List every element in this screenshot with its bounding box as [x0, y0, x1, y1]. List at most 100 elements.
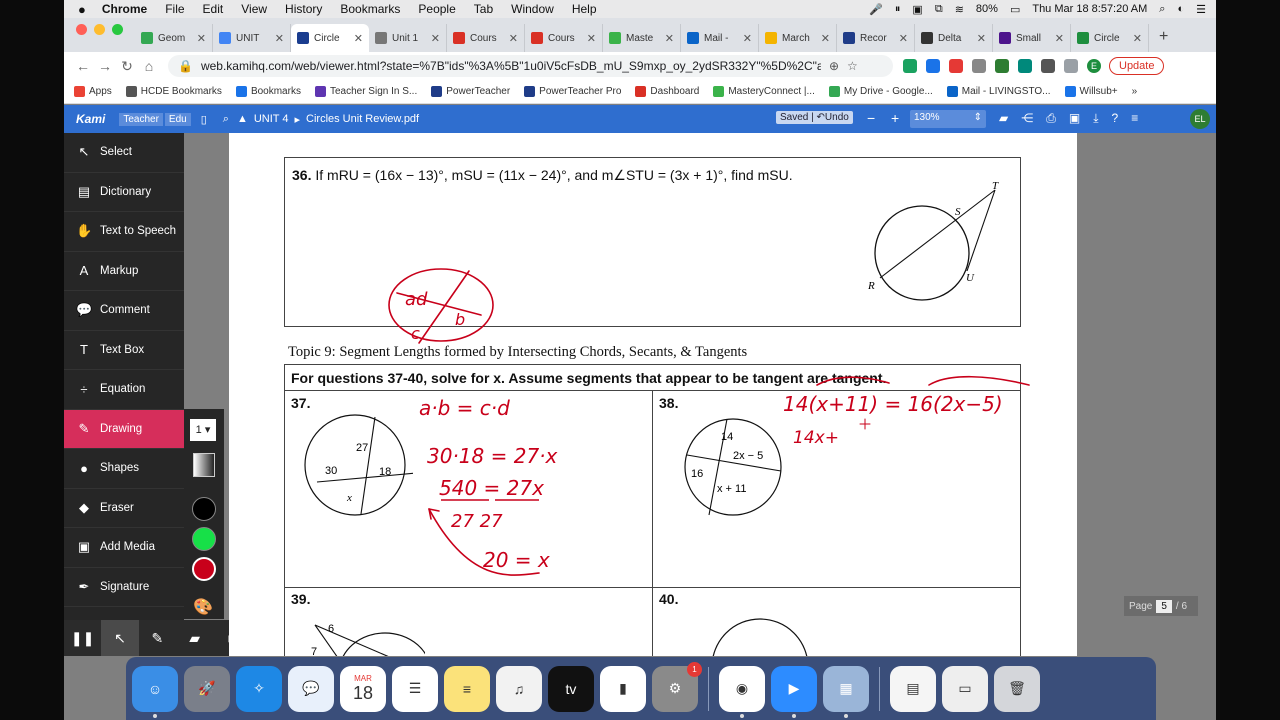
- zoom-window-button[interactable]: [112, 23, 123, 35]
- dock-numbers-icon[interactable]: ▮: [600, 665, 646, 712]
- dock-trash-icon[interactable]: 🗑: [994, 665, 1040, 712]
- bookmark-item[interactable]: Apps: [74, 86, 112, 97]
- bookmark-item[interactable]: Mail - LIVINGSTO...: [946, 86, 1051, 97]
- sidebar-item-select[interactable]: ↖ Select: [64, 133, 184, 173]
- tab-close-icon[interactable]: ✕: [1055, 32, 1064, 45]
- sidebar-item-add-media[interactable]: ▣ Add Media: [64, 528, 184, 568]
- sidebar-item-dictionary[interactable]: ▤ Dictionary: [64, 173, 184, 212]
- dock-music-icon[interactable]: ♫: [496, 665, 542, 712]
- dock-screenshot-icon[interactable]: ▭: [942, 665, 988, 712]
- tab-10[interactable]: Delta ✕: [915, 24, 993, 52]
- dock-finder-icon[interactable]: ☺: [132, 665, 178, 718]
- dock-tv-icon[interactable]: tv: [548, 665, 594, 712]
- menu-bookmarks[interactable]: Bookmarks: [340, 2, 400, 16]
- sidebar-toggle-icon[interactable]: ▯: [201, 113, 207, 126]
- undo-button[interactable]: Undo: [825, 112, 849, 123]
- kami-logo[interactable]: Kami: [76, 112, 105, 126]
- bookmark-item[interactable]: Teacher Sign In S...: [314, 86, 417, 97]
- tab-close-icon[interactable]: ✕: [354, 32, 363, 45]
- tab-close-icon[interactable]: ✕: [587, 32, 596, 45]
- folder-icon[interactable]: ▰: [999, 111, 1008, 126]
- extension-icon[interactable]: [972, 59, 986, 73]
- minimize-window-button[interactable]: [94, 23, 105, 35]
- update-button[interactable]: Update: [1109, 57, 1165, 75]
- bookmark-item[interactable]: HCDE Bookmarks: [125, 86, 222, 97]
- tab-close-icon[interactable]: ✕: [743, 32, 752, 45]
- forward-icon[interactable]: →: [94, 58, 116, 74]
- color-swatch-black[interactable]: [192, 497, 216, 521]
- url-text[interactable]: web.kamihq.com/web/viewer.html?state=%7B…: [201, 59, 821, 73]
- tab-close-icon[interactable]: ✕: [275, 32, 284, 45]
- screencastify-icon[interactable]: [949, 59, 963, 73]
- tab-0[interactable]: Geom ✕: [135, 24, 213, 52]
- tab-close-icon[interactable]: ✕: [431, 32, 440, 45]
- dock-chrome-icon[interactable]: ◉: [719, 665, 765, 718]
- tab-close-icon[interactable]: ✕: [665, 32, 674, 45]
- extension-icon[interactable]: [926, 59, 940, 73]
- sidebar-item-drawing[interactable]: ✎ Drawing: [64, 409, 184, 449]
- sidebar-item-signature[interactable]: ✒ Signature: [64, 568, 184, 607]
- dock-notes-icon[interactable]: ≡: [444, 665, 490, 712]
- sidebar-item-eraser[interactable]: ◆ Eraser: [64, 489, 184, 528]
- tab-1[interactable]: UNIT ✕: [213, 24, 291, 52]
- save-icon[interactable]: ▣: [1069, 111, 1080, 126]
- grammarly-icon[interactable]: [903, 59, 917, 73]
- notification-icon[interactable]: ☰: [1196, 3, 1206, 16]
- tab-12[interactable]: Circle ✕: [1071, 24, 1149, 52]
- dock-safari-icon[interactable]: ✧: [236, 665, 282, 712]
- dock-document-icon[interactable]: ▤: [890, 665, 936, 712]
- zoom-out-button[interactable]: −: [867, 110, 875, 126]
- menu-tab[interactable]: Tab: [474, 2, 493, 16]
- tab-close-icon[interactable]: ✕: [1133, 32, 1142, 45]
- palette-icon[interactable]: 🎨: [193, 597, 213, 617]
- back-icon[interactable]: ←: [72, 58, 94, 74]
- tab-7[interactable]: Mail - ✕: [681, 24, 759, 52]
- tab-4[interactable]: Cours ✕: [447, 24, 525, 52]
- dock-launchpad-icon[interactable]: 🚀: [184, 665, 230, 712]
- pointer-tool-icon[interactable]: ↖: [101, 620, 139, 656]
- tab-11[interactable]: Small ✕: [993, 24, 1071, 52]
- sidebar-item-text-box[interactable]: T Text Box: [64, 331, 184, 370]
- tab-9[interactable]: Recor ✕: [837, 24, 915, 52]
- profile-avatar[interactable]: E: [1087, 59, 1101, 73]
- help-icon[interactable]: ?: [1112, 111, 1119, 126]
- menu-app-name[interactable]: Chrome: [102, 2, 147, 16]
- extension-icon[interactable]: [1018, 59, 1032, 73]
- sidebar-item-comment[interactable]: 💬 Comment: [64, 291, 184, 331]
- tab-close-icon[interactable]: ✕: [197, 32, 206, 45]
- dock-preview-icon[interactable]: ▦: [823, 665, 869, 718]
- dock-calendar-icon[interactable]: MAR 18: [340, 665, 386, 712]
- bookmark-item[interactable]: Dashboard: [635, 86, 699, 97]
- menu-help[interactable]: Help: [572, 2, 597, 16]
- battery-icon[interactable]: ▭: [1010, 3, 1020, 16]
- menu-file[interactable]: File: [165, 2, 184, 16]
- breadcrumb-folder[interactable]: UNIT 4: [254, 113, 289, 125]
- apple-icon[interactable]: ●: [78, 2, 86, 17]
- download-icon[interactable]: ⤓: [1093, 111, 1098, 126]
- dock-reminders-icon[interactable]: ☰: [392, 665, 438, 712]
- opacity-gradient[interactable]: [193, 453, 215, 477]
- search-icon[interactable]: ⌕: [223, 113, 229, 126]
- tab-close-icon[interactable]: ✕: [977, 32, 986, 45]
- pause-icon[interactable]: ⏸: [895, 3, 901, 16]
- spotlight-icon[interactable]: ⌕: [1159, 3, 1165, 16]
- bookmark-item[interactable]: My Drive - Google...: [828, 86, 933, 97]
- add-site-icon[interactable]: ⊕: [829, 59, 839, 73]
- tab-2[interactable]: Circle ✕: [291, 24, 369, 52]
- close-window-button[interactable]: [76, 23, 87, 35]
- address-bar[interactable]: 🔒 web.kamihq.com/web/viewer.html?state=%…: [168, 55, 893, 77]
- bookmarks-more-button[interactable]: »: [1132, 86, 1138, 97]
- share-icon[interactable]: ⋲: [1021, 111, 1033, 126]
- clock[interactable]: Thu Mar 18 8:57:20 AM: [1032, 3, 1147, 15]
- bookmark-star-icon[interactable]: ☆: [847, 59, 858, 73]
- highlighter-tool-icon[interactable]: ▰: [176, 630, 213, 647]
- wifi-icon[interactable]: ≋: [955, 3, 964, 16]
- new-tab-button[interactable]: +: [1149, 28, 1178, 52]
- stroke-size-select[interactable]: 1 ▾: [190, 419, 216, 441]
- bookmark-item[interactable]: Willsub+: [1064, 86, 1118, 97]
- user-avatar[interactable]: EL: [1190, 109, 1210, 129]
- menu-view[interactable]: View: [241, 2, 267, 16]
- tab-close-icon[interactable]: ✕: [899, 32, 908, 45]
- sidebar-item-shapes[interactable]: ● Shapes: [64, 449, 184, 489]
- breadcrumb-file[interactable]: Circles Unit Review.pdf: [306, 113, 419, 125]
